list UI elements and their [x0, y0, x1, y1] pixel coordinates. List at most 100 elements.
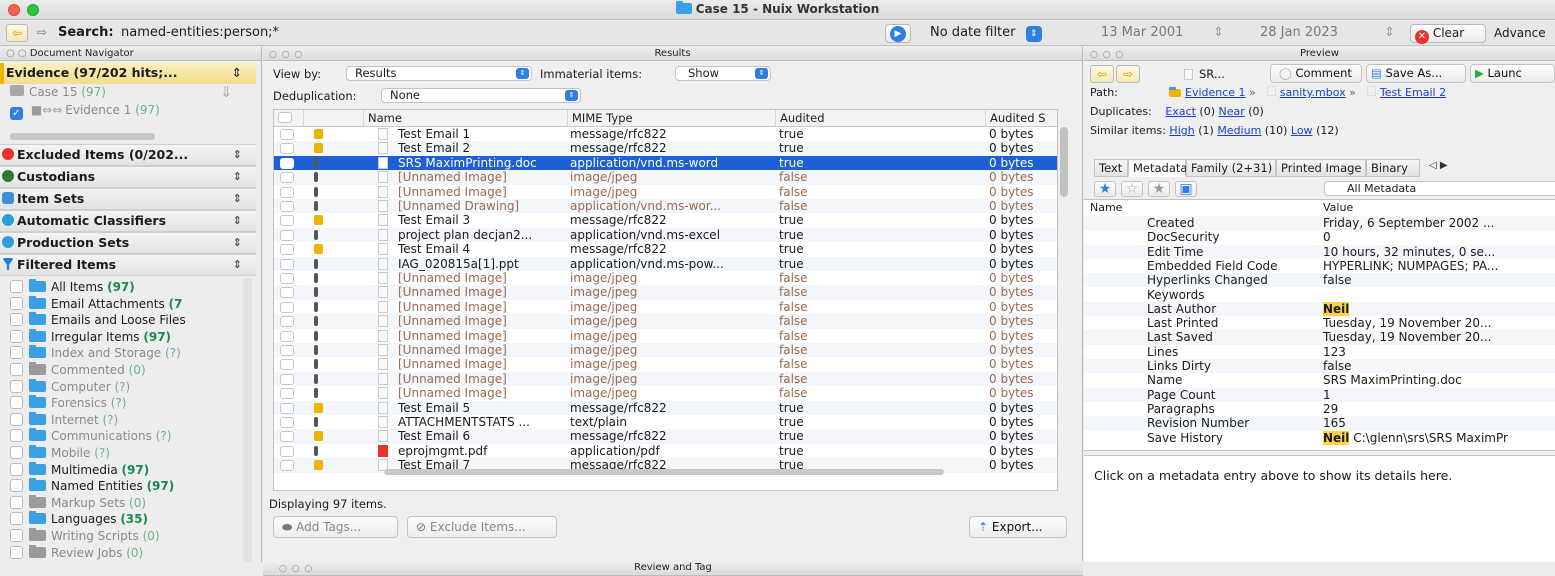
export-button[interactable]: ⇡ Export... [969, 516, 1067, 538]
stepper-icon[interactable]: ⇕ [1213, 24, 1224, 42]
row-checkbox[interactable] [280, 417, 294, 428]
navigator-scrollbar[interactable] [10, 133, 155, 140]
row-checkbox[interactable] [280, 157, 294, 169]
filter-item[interactable]: Mobile (?) [10, 445, 110, 461]
row-checkbox[interactable] [280, 201, 294, 212]
star-outline-icon[interactable]: ☆ [1121, 181, 1143, 197]
metadata-row[interactable]: Embedded Field Code HYPERLINK; NUMPAGES; … [1084, 259, 1555, 273]
vertical-scrollbar[interactable] [1060, 127, 1068, 197]
checkbox[interactable] [10, 313, 23, 327]
tab-text[interactable]: Text [1094, 159, 1128, 177]
table-row[interactable]: [Unnamed Image] image/jpeg false 0 bytes [274, 329, 1057, 343]
filter-item[interactable]: Email Attachments (7 [10, 295, 182, 312]
filter-item[interactable]: Computer (?) [10, 378, 130, 395]
section-filtered-items[interactable]: Filtered Items ⇕ [0, 254, 256, 276]
download-icon[interactable]: ⇓ [220, 83, 233, 101]
row-checkbox[interactable] [280, 402, 294, 414]
section-excluded-items[interactable]: Excluded Items (0/202... ⇕ [0, 144, 256, 166]
metadata-row[interactable]: Page Count 1 [1084, 387, 1555, 402]
save-as-button[interactable]: ▤ Save As... [1366, 64, 1466, 83]
table-row[interactable]: Test Email 2 message/rfc822 true 0 bytes [274, 141, 1057, 156]
breadcrumb-evidence[interactable]: Evidence 1 [1185, 86, 1246, 99]
row-checkbox[interactable] [280, 460, 294, 472]
similar-medium-link[interactable]: Medium [1217, 124, 1261, 137]
filter-item[interactable]: Markup Sets (0) [10, 494, 146, 511]
view-by-select[interactable]: Results ⇕ [346, 66, 532, 81]
row-checkbox[interactable] [280, 359, 294, 371]
column-header-audited-size[interactable]: Audited S [986, 110, 1057, 127]
row-checkbox[interactable] [280, 244, 294, 256]
filter-item[interactable]: Commented (0) [10, 362, 146, 378]
horizontal-scrollbar[interactable] [384, 469, 944, 475]
table-row[interactable]: Test Email 5 message/rfc822 true 0 bytes [274, 400, 1057, 415]
section-item-sets[interactable]: Item Sets ⇕ [0, 188, 256, 210]
panel-controls-icon[interactable]: ○ ○ ○ [269, 49, 303, 62]
table-row[interactable]: eprojmgmt.pdf application/pdf true 0 bytes [274, 444, 1057, 458]
filter-item[interactable]: Languages (35) [10, 511, 148, 527]
metadata-row[interactable]: Last Printed Tuesday, 19 November 20... [1084, 316, 1555, 330]
metadata-row[interactable]: Lines 123 [1084, 345, 1555, 359]
section-automatic-classifiers[interactable]: Automatic Classifiers ⇕ [0, 210, 256, 232]
row-checkbox[interactable] [280, 388, 294, 400]
checkbox[interactable] [10, 363, 23, 376]
metadata-filter-select[interactable]: All Metadata [1324, 181, 1555, 196]
filter-item[interactable]: Index and Storage (?) [10, 345, 181, 361]
table-row[interactable]: Test Email 3 message/rfc822 true 0 bytes [274, 213, 1057, 227]
row-checkbox[interactable] [280, 273, 294, 284]
advanced-button[interactable]: Advance [1494, 26, 1546, 40]
filter-item[interactable]: Named Entities (97) [10, 478, 174, 494]
tab-scroll-icon[interactable]: ◁ ▶ [1429, 160, 1448, 171]
checkbox[interactable] [10, 545, 23, 559]
tab-printed-image[interactable]: Printed Image [1276, 159, 1366, 177]
back-arrow-icon[interactable]: ⇦ [6, 24, 28, 42]
dedup-select[interactable]: None ⇕ [381, 88, 581, 103]
filter-item[interactable]: Forensics (?) [10, 395, 126, 411]
row-checkbox[interactable] [280, 143, 294, 155]
comment-button[interactable]: ◯ Comment [1270, 64, 1362, 83]
filter-item[interactable]: Multimedia (97) [10, 461, 149, 478]
table-row[interactable]: [Unnamed Image] image/jpeg false 0 bytes [274, 343, 1057, 358]
breadcrumb-mbox[interactable]: sanity.mbox [1280, 86, 1346, 99]
metadata-row[interactable]: Links Dirty false [1084, 359, 1555, 374]
checkbox[interactable] [10, 495, 23, 509]
column-header-audited[interactable]: Audited [776, 110, 986, 127]
row-checkbox[interactable] [280, 287, 294, 299]
date-from-field[interactable]: 13 Mar 2001 ⇕ [1095, 24, 1245, 43]
table-row[interactable]: [Unnamed Image] image/jpeg false 0 bytes [274, 271, 1057, 285]
metadata-row[interactable]: Last Author Neil [1084, 301, 1555, 317]
filter-item[interactable]: Internet (?) [10, 411, 118, 428]
case-item[interactable]: Case 15 (97) [10, 85, 106, 99]
row-checkbox[interactable] [280, 229, 294, 241]
metadata-row[interactable]: Last Saved Tuesday, 19 November 20... [1084, 330, 1555, 345]
meta-column-value[interactable]: Value [1323, 201, 1353, 214]
row-checkbox[interactable] [280, 431, 294, 443]
table-row[interactable]: [Unnamed Image] image/jpeg false 0 bytes [274, 314, 1057, 329]
section-production-sets[interactable]: Production Sets ⇕ [0, 232, 256, 254]
checkbox[interactable] [10, 446, 23, 459]
checkbox[interactable] [10, 296, 23, 310]
filter-item[interactable]: Irregular Items (97) [10, 328, 171, 345]
filter-scrollbar[interactable] [243, 278, 252, 562]
filter-item[interactable]: Emails and Loose Files [10, 312, 186, 328]
tab-metadata[interactable]: Metadata [1128, 159, 1187, 177]
metadata-profile-icon[interactable]: ▣ [1175, 181, 1197, 197]
column-header-mime[interactable]: MIME Type [568, 110, 776, 127]
star-icon[interactable]: ★ [1148, 181, 1170, 197]
search-input[interactable]: named-entities:person;* [121, 25, 279, 40]
table-row[interactable]: [Unnamed Image] image/jpeg false 0 bytes [274, 185, 1057, 199]
row-checkbox[interactable] [280, 301, 294, 313]
run-search-button[interactable]: ▶ [885, 24, 911, 43]
checkbox[interactable] [10, 512, 23, 526]
panel-controls-icon[interactable]: ○ ○ [6, 48, 27, 59]
table-row[interactable]: [Unnamed Image] image/jpeg false 0 bytes [274, 285, 1057, 300]
row-checkbox[interactable] [280, 330, 294, 342]
checkbox[interactable] [10, 462, 23, 476]
metadata-row[interactable]: Revision Number 165 [1084, 416, 1555, 431]
table-row[interactable]: IAG_020815a[1].ppt application/vnd.ms-pow… [274, 256, 1057, 271]
clear-button[interactable]: ✕ Clear [1410, 24, 1486, 44]
table-row[interactable]: Test Email 1 message/rfc822 true 0 bytes [274, 127, 1057, 141]
select-all-column[interactable] [274, 110, 304, 127]
date-filter-select[interactable]: No date filter ⇕ [930, 25, 1042, 42]
row-checkbox[interactable] [280, 186, 294, 198]
row-checkbox[interactable] [280, 316, 294, 328]
